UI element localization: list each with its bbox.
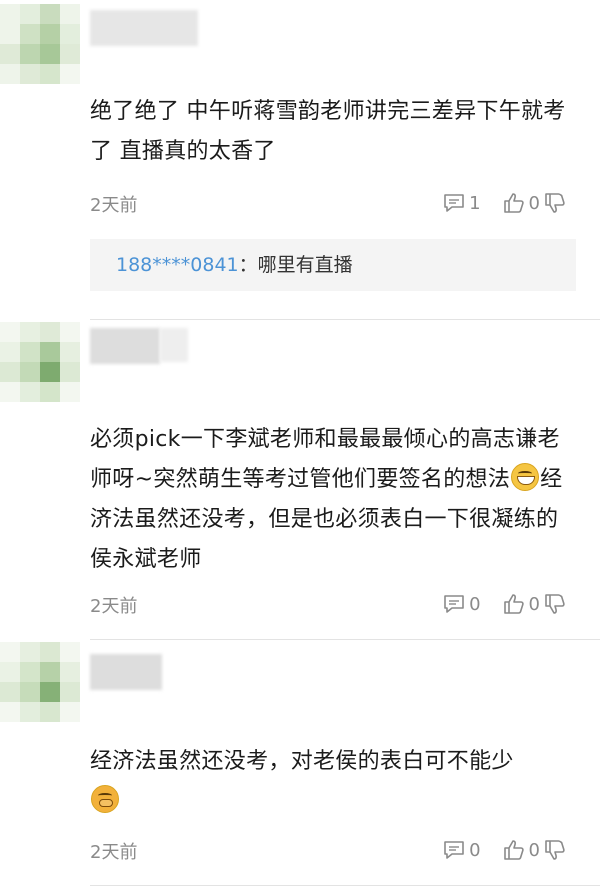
like-count: 0 bbox=[528, 839, 540, 861]
comment-time: 2天前 bbox=[90, 596, 138, 617]
smirk-emoji-icon bbox=[91, 785, 119, 813]
comment-text-part1: 必须pick一下李斌老师和最最最倾心的高志谦老师呀~突然萌生等考过管他们要签名的… bbox=[90, 427, 560, 492]
comment-actions: 1 0 bbox=[421, 189, 566, 217]
divider bbox=[90, 885, 600, 886]
dislike-button[interactable] bbox=[544, 192, 566, 214]
reply-count: 1 bbox=[469, 192, 481, 214]
comment-item: 必须pick一下李斌老师和最最最倾心的高志谦老师呀~突然萌生等考过管他们要签名的… bbox=[0, 320, 600, 640]
like-count: 0 bbox=[528, 593, 540, 615]
comment-item: 经济法虽然还没考，对老侯的表白可不能少 2天前 0 0 bbox=[0, 640, 600, 890]
avatar[interactable] bbox=[0, 322, 80, 402]
thumbs-down-icon bbox=[544, 839, 566, 861]
like-button[interactable]: 0 bbox=[503, 593, 540, 615]
reply-count: 0 bbox=[469, 839, 481, 861]
reply-button[interactable]: 1 bbox=[443, 192, 481, 214]
username-blurred[interactable] bbox=[90, 10, 198, 46]
dislike-button[interactable] bbox=[544, 839, 566, 861]
reply-count: 0 bbox=[469, 593, 481, 615]
comment-time: 2天前 bbox=[90, 842, 138, 863]
like-count: 0 bbox=[528, 192, 540, 214]
comment-meta: 2天前 0 0 bbox=[90, 590, 566, 618]
grin-emoji-icon bbox=[511, 463, 540, 491]
comment-actions: 0 0 bbox=[421, 836, 566, 864]
reply-button[interactable]: 0 bbox=[443, 593, 481, 615]
reply-text: 哪里有直播 bbox=[257, 254, 353, 276]
reply-button[interactable]: 0 bbox=[443, 839, 481, 861]
reply-username[interactable]: 188****0841 bbox=[116, 254, 239, 276]
like-button[interactable]: 0 bbox=[503, 839, 540, 861]
username-blurred[interactable] bbox=[90, 654, 162, 690]
avatar[interactable] bbox=[0, 4, 80, 84]
thumbs-up-icon bbox=[503, 192, 525, 214]
comment-item: 绝了绝了 中午听蒋雪韵老师讲完三差异下午就考了 直播真的太香了 2天前 1 0 bbox=[0, 0, 600, 320]
comment-actions: 0 0 bbox=[421, 590, 566, 618]
comment-icon bbox=[443, 839, 465, 861]
thumbs-down-icon bbox=[544, 593, 566, 615]
comment-text: 绝了绝了 中午听蒋雪韵老师讲完三差异下午就考了 直播真的太香了 bbox=[90, 99, 566, 164]
comment-meta: 2天前 0 0 bbox=[90, 836, 566, 864]
comment-text-body: 经济法虽然还没考，对老侯的表白可不能少 bbox=[90, 749, 514, 774]
comment-time: 2天前 bbox=[90, 195, 138, 216]
comment-meta: 2天前 1 0 bbox=[90, 189, 566, 217]
username-blurred-tail bbox=[160, 328, 188, 362]
thumbs-up-icon bbox=[503, 593, 525, 615]
username-blurred[interactable] bbox=[90, 328, 160, 364]
thumbs-up-icon bbox=[503, 839, 525, 861]
comment-icon bbox=[443, 192, 465, 214]
avatar[interactable] bbox=[0, 642, 80, 722]
comment-text: 必须pick一下李斌老师和最最最倾心的高志谦老师呀~突然萌生等考过管他们要签名的… bbox=[90, 420, 580, 580]
thumbs-down-icon bbox=[544, 192, 566, 214]
like-button[interactable]: 0 bbox=[503, 192, 540, 214]
comment-icon bbox=[443, 593, 465, 615]
reply-preview[interactable]: 188****0841：哪里有直播 bbox=[90, 239, 576, 291]
reply-separator: ： bbox=[238, 254, 258, 276]
comment-text: 经济法虽然还没考，对老侯的表白可不能少 bbox=[90, 742, 580, 822]
dislike-button[interactable] bbox=[544, 593, 566, 615]
